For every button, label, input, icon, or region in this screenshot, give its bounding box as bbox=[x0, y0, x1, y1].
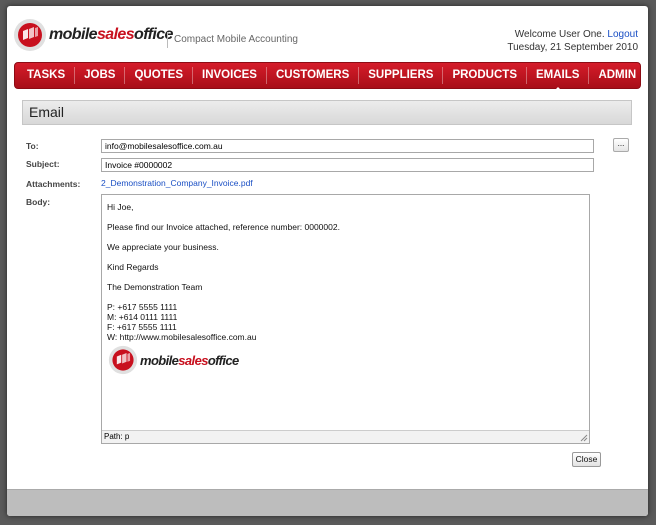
fax-line: F: +617 5555 1111 bbox=[107, 322, 177, 332]
signature-logo: mobilesalesoffice bbox=[108, 345, 239, 375]
body-label: Body: bbox=[26, 197, 51, 207]
subject-label: Subject: bbox=[26, 159, 60, 169]
nav-invoices[interactable]: INVOICES bbox=[193, 67, 267, 84]
nav-tasks[interactable]: TASKS bbox=[18, 67, 76, 84]
element-path: Path: p bbox=[104, 432, 130, 441]
nav-products[interactable]: PRODUCTS bbox=[443, 67, 527, 84]
to-label: To: bbox=[26, 141, 39, 151]
attachments-label: Attachments: bbox=[26, 179, 81, 189]
mobile-line: M: +614 0111 1111 bbox=[107, 312, 178, 322]
subject-field[interactable]: Invoice #0000002 bbox=[101, 158, 594, 172]
address-book-button[interactable]: ... bbox=[613, 138, 629, 152]
main-nav: TASKS JOBS QUOTES INVOICES CUSTOMERS SUP… bbox=[14, 62, 641, 90]
editor-status-bar: Path: p bbox=[102, 430, 589, 443]
header: mobilesalesoffice Compact Mobile Account… bbox=[7, 6, 648, 62]
nav-emails[interactable]: EMAILS bbox=[527, 67, 590, 90]
brand-name: mobilesalesoffice bbox=[49, 26, 173, 43]
welcome-text: Welcome User One. bbox=[514, 29, 605, 40]
attachment-link[interactable]: 2_Demonstration_Company_Invoice.pdf bbox=[101, 178, 253, 188]
current-date: Tuesday, 21 September 2010 bbox=[507, 42, 638, 53]
close-button[interactable]: Close bbox=[572, 452, 601, 467]
nav-jobs[interactable]: JOBS bbox=[75, 67, 126, 84]
logout-link[interactable]: Logout bbox=[607, 29, 638, 40]
footer bbox=[7, 489, 648, 516]
signature-brand-name: mobilesalesoffice bbox=[140, 352, 239, 368]
logo-icon bbox=[108, 345, 138, 375]
closing-text: Kind Regards bbox=[107, 262, 159, 272]
page-title: Email bbox=[22, 100, 632, 125]
signature-contacts: P: +617 5555 1111 M: +614 0111 1111 F: +… bbox=[107, 302, 340, 342]
app-window: mobilesalesoffice Compact Mobile Account… bbox=[7, 6, 648, 516]
web-line: W: http://www.mobilesalesoffice.com.au bbox=[107, 332, 257, 342]
body-line: We appreciate your business. bbox=[107, 242, 219, 252]
body-line: Please find our Invoice attached, refere… bbox=[107, 222, 340, 232]
phone-line: P: +617 5555 1111 bbox=[107, 302, 178, 312]
nav-customers[interactable]: CUSTOMERS bbox=[267, 67, 360, 84]
tagline: Compact Mobile Accounting bbox=[167, 32, 298, 48]
brand-logo[interactable]: mobilesalesoffice bbox=[13, 18, 173, 52]
user-info: Welcome User One. Logout Tuesday, 21 Sep… bbox=[507, 28, 638, 54]
nav-suppliers[interactable]: SUPPLIERS bbox=[359, 67, 444, 84]
team-text: The Demonstration Team bbox=[107, 282, 203, 292]
to-field[interactable]: info@mobilesalesoffice.com.au bbox=[101, 139, 594, 153]
nav-admin[interactable]: ADMIN bbox=[589, 67, 645, 84]
greeting-text: Hi Joe, bbox=[107, 202, 134, 212]
editor-content[interactable]: Hi Joe, Please find our Invoice attached… bbox=[107, 202, 340, 342]
body-editor[interactable]: Hi Joe, Please find our Invoice attached… bbox=[101, 194, 590, 444]
logo-icon bbox=[14, 19, 46, 51]
resize-grip-icon[interactable] bbox=[580, 434, 588, 442]
nav-quotes[interactable]: QUOTES bbox=[125, 67, 194, 84]
